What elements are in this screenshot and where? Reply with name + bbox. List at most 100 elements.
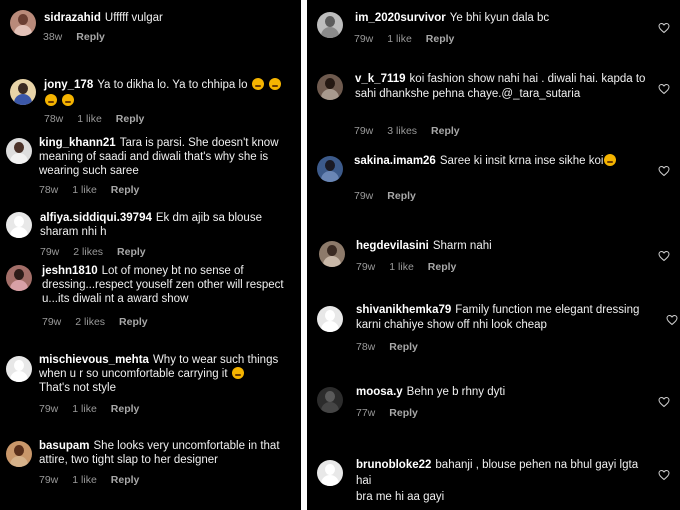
default-avatar-icon[interactable] — [317, 460, 343, 486]
timestamp: 79w — [354, 33, 374, 45]
comment-meta: 38w Reply — [43, 31, 119, 43]
angry-face-emoji — [62, 94, 75, 106]
timestamp: 79w — [39, 474, 59, 486]
like-count[interactable]: 1 like — [72, 474, 97, 486]
reply-button[interactable]: Reply — [426, 33, 455, 45]
username-link[interactable]: jony_178 — [44, 79, 93, 91]
comment-meta: 79w Reply — [354, 190, 430, 202]
heart-outline-icon[interactable] — [658, 396, 670, 408]
default-avatar-icon[interactable] — [6, 356, 32, 382]
avatar[interactable] — [317, 387, 343, 413]
comment-text: v_k_7119 koi fashion show nahi hai . diwa… — [355, 73, 646, 100]
heart-outline-icon[interactable] — [658, 469, 670, 481]
avatar[interactable] — [317, 12, 343, 38]
username-link[interactable]: king_khann21 — [39, 137, 116, 149]
left-comments-panel: sidrazahid Ufffff vulgar 38w Reply jony_17… — [0, 0, 301, 510]
comment-meta: 78w Reply — [356, 341, 432, 353]
comment-text: mischievous_mehta Why to wear such things… — [39, 354, 279, 394]
comment-meta: 79w 1 like Reply — [354, 33, 468, 45]
like-count[interactable]: 2 likes — [73, 246, 103, 258]
default-avatar-icon[interactable] — [6, 212, 32, 238]
reply-button[interactable]: Reply — [389, 407, 418, 419]
username-link[interactable]: im_2020survivor — [355, 12, 446, 24]
comment-meta: 79w 2 likes Reply — [42, 316, 162, 328]
username-link[interactable]: shivanikhemka79 — [356, 304, 451, 316]
avatar[interactable] — [6, 441, 32, 467]
angry-face-emoji — [45, 94, 57, 106]
comment-text: king_khann21 Tara is parsi. She doesn't k… — [39, 137, 279, 177]
like-count[interactable]: 1 like — [77, 113, 102, 125]
timestamp: 79w — [354, 190, 374, 202]
like-count[interactable]: 1 like — [389, 261, 414, 273]
like-count[interactable]: 3 likes — [387, 125, 417, 137]
right-comments-panel: im_2020survivor Ye bhi kyun dala bc 79w 1 … — [307, 0, 680, 510]
username-link[interactable]: hegdevilasini — [356, 240, 429, 252]
comment-meta: 79w 3 likes Reply — [354, 125, 474, 137]
like-count[interactable]: 2 likes — [75, 316, 105, 328]
avatar[interactable] — [10, 10, 36, 36]
comment-meta: 79w 1 like Reply — [356, 261, 470, 273]
username-link[interactable]: v_k_7119 — [355, 73, 406, 85]
reply-button[interactable]: Reply — [387, 190, 416, 202]
timestamp: 78w — [356, 341, 376, 353]
username-link[interactable]: brunobloke22 — [356, 459, 431, 471]
reply-button[interactable]: Reply — [119, 316, 148, 328]
heart-outline-icon[interactable] — [658, 250, 670, 262]
like-count[interactable]: 1 like — [72, 403, 97, 415]
timestamp: 79w — [40, 246, 60, 258]
angry-face-emoji — [268, 78, 281, 90]
like-count[interactable]: 1 like — [72, 184, 97, 196]
comment-meta: 79w 1 like Reply — [39, 474, 153, 486]
comment-text: sidrazahid Ufffff vulgar — [44, 12, 163, 24]
comment-text: sakina.imam26 Saree ki insit krna inse si… — [354, 154, 624, 168]
comment-text: jony_178 Ya to dikha lo. Ya to chhipa lo — [44, 77, 298, 109]
comment-meta: 78w 1 like Reply — [44, 113, 158, 125]
angry-face-emoji — [251, 78, 264, 90]
reply-button[interactable]: Reply — [111, 184, 140, 196]
timestamp: 78w — [39, 184, 59, 196]
heart-outline-icon[interactable] — [658, 83, 670, 95]
username-link[interactable]: sakina.imam26 — [354, 155, 436, 167]
reply-button[interactable]: Reply — [428, 261, 457, 273]
timestamp: 77w — [356, 407, 376, 419]
timestamp: 78w — [44, 113, 64, 125]
avatar[interactable] — [10, 79, 36, 105]
username-link[interactable]: basupam — [39, 440, 90, 452]
reply-button[interactable]: Reply — [116, 113, 145, 125]
avatar[interactable] — [317, 156, 343, 182]
avatar[interactable] — [319, 241, 345, 267]
comment-meta: 78w 1 like Reply — [39, 184, 153, 196]
comment-text: im_2020survivor Ye bhi kyun dala bc — [355, 12, 550, 24]
avatar[interactable] — [6, 138, 32, 164]
reply-button[interactable]: Reply — [117, 246, 146, 258]
reply-button[interactable]: Reply — [111, 403, 140, 415]
default-avatar-icon[interactable] — [317, 306, 343, 332]
laughing-face-emoji — [604, 154, 617, 166]
timestamp: 79w — [42, 316, 62, 328]
comment-text: shivanikhemka79 Family function me elegan… — [356, 304, 640, 331]
comment-text: hegdevilasini Sharm nahi — [356, 240, 492, 252]
username-link[interactable]: mischievous_mehta — [39, 354, 149, 366]
username-link[interactable]: alfiya.siddiqui.39794 — [40, 212, 152, 224]
avatar[interactable] — [317, 74, 343, 100]
heart-outline-icon[interactable] — [666, 314, 678, 326]
comment-meta: 77w Reply — [356, 407, 432, 419]
timestamp: 38w — [43, 31, 63, 43]
heart-outline-icon[interactable] — [658, 22, 670, 34]
reply-button[interactable]: Reply — [431, 125, 460, 137]
comment-text: brunobloke22 bahanji , blouse pehen na bh… — [356, 459, 639, 503]
like-count[interactable]: 1 like — [387, 33, 412, 45]
avatar[interactable] — [6, 265, 32, 291]
reply-button[interactable]: Reply — [76, 31, 105, 43]
comment-meta: 79w 2 likes Reply — [40, 246, 160, 258]
timestamp: 79w — [356, 261, 376, 273]
username-link[interactable]: sidrazahid — [44, 12, 101, 24]
username-link[interactable]: jeshn1810 — [42, 265, 98, 277]
heart-outline-icon[interactable] — [658, 165, 670, 177]
comment-text: basupam She looks very uncomfortable in t… — [39, 440, 280, 466]
username-link[interactable]: moosa.y — [356, 386, 403, 398]
reply-button[interactable]: Reply — [111, 474, 140, 486]
reply-button[interactable]: Reply — [389, 341, 418, 353]
comment-meta: 79w 1 like Reply — [39, 403, 153, 415]
timestamp: 79w — [39, 403, 59, 415]
